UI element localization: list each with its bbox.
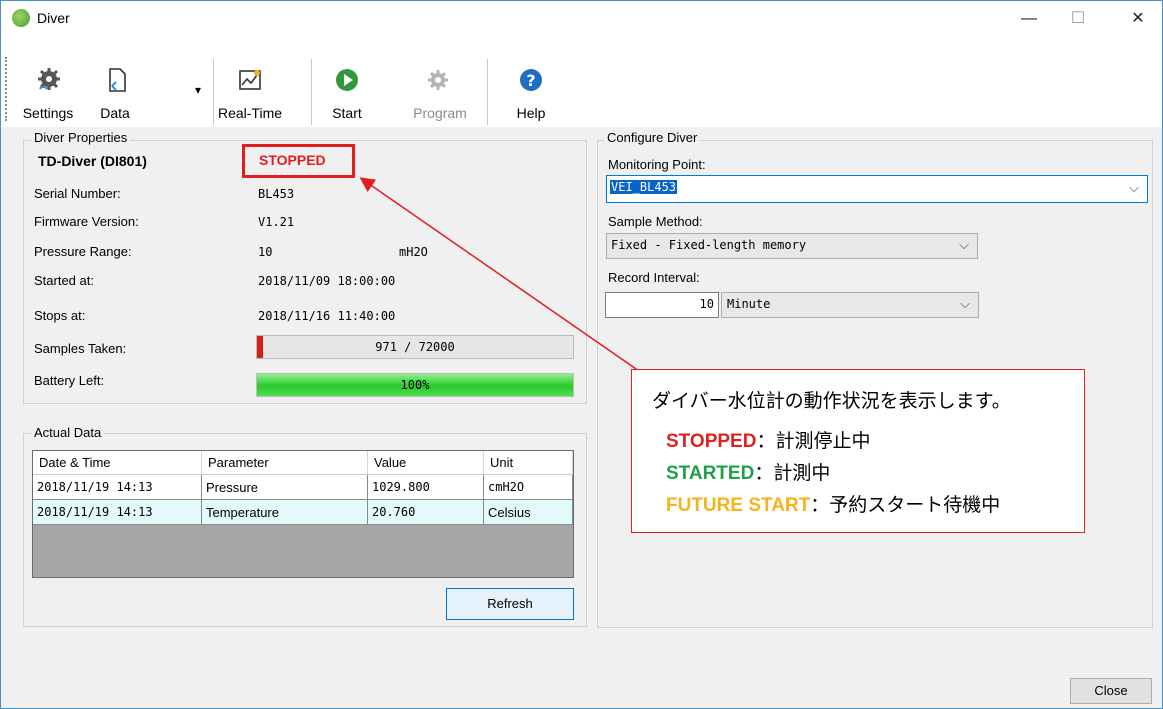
realtime-button[interactable]: Real-Time <box>215 63 285 127</box>
actual-data-title: Actual Data <box>31 425 105 440</box>
window-title: Diver <box>37 10 70 26</box>
cell-value: 20.760 <box>368 500 484 525</box>
serial-number-value: BL453 <box>258 187 295 201</box>
samples-progress-bar: 971 / 72000 <box>256 335 574 359</box>
record-interval-label: Record Interval: <box>608 270 700 285</box>
settings-button[interactable]: Settings <box>17 63 79 127</box>
device-name: TD-Diver (DI801) <box>38 153 147 169</box>
start-label: Start <box>332 105 362 121</box>
firmware-value: V1.21 <box>258 215 295 229</box>
record-interval-unit-select[interactable]: Minute ⌵ <box>721 292 979 318</box>
column-header-datetime[interactable]: Date & Time <box>33 451 202 475</box>
data-button[interactable]: Data <box>85 63 145 127</box>
monitoring-point-label: Monitoring Point: <box>608 157 706 172</box>
program-gear-icon <box>428 70 448 90</box>
stops-at-value: 2018/11/16 11:40:00 <box>258 309 396 323</box>
settings-label: Settings <box>22 105 74 121</box>
stops-at-label: Stops at: <box>34 308 86 323</box>
cell-parameter: Pressure <box>202 475 368 500</box>
minimize-button[interactable]: — <box>1007 5 1051 33</box>
realtime-label: Real-Time <box>217 105 283 121</box>
toolbar-separator <box>311 59 312 125</box>
annotation-stopped-key: STOPPED <box>666 431 757 452</box>
cell-unit: cmH2O <box>484 475 573 500</box>
chevron-down-icon: ⌵ <box>959 237 969 252</box>
annotation-future: FUTURE START：予約スタート待機中 <box>666 490 1000 517</box>
data-dropdown-arrow[interactable]: ▾ <box>195 83 201 97</box>
help-question-icon: ? <box>520 69 542 91</box>
sample-method-select[interactable]: Fixed - Fixed-length memory ⌵ <box>606 233 978 259</box>
annotation-stopped-desc: ：計測停止中 <box>756 431 871 452</box>
serial-number-label: Serial Number: <box>34 186 121 201</box>
record-interval-unit: Minute <box>727 297 771 311</box>
column-header-parameter[interactable]: Parameter <box>202 451 368 475</box>
status-badge: STOPPED <box>259 152 326 168</box>
toolbar <box>1 35 1162 127</box>
sample-method-label: Sample Method: <box>608 214 703 229</box>
table-row[interactable]: 2018/11/19 14:13 Pressure 1029.800 cmH2O <box>33 475 573 500</box>
annotation-stopped: STOPPED：計測停止中 <box>666 426 870 453</box>
realtime-chart-icon <box>239 70 261 90</box>
annotation-started-key: STARTED <box>666 463 755 484</box>
samples-taken-label: Samples Taken: <box>34 341 127 356</box>
help-label: Help <box>516 105 546 121</box>
configure-diver-title: Configure Diver <box>604 130 701 145</box>
annotation-future-key: FUTURE START <box>666 495 811 516</box>
chevron-down-icon: ⌵ <box>1129 180 1139 195</box>
cell-parameter: Temperature <box>202 500 368 525</box>
samples-progress-text: 971 / 72000 <box>375 340 455 354</box>
started-at-label: Started at: <box>34 273 94 288</box>
start-button[interactable]: Start <box>321 63 373 127</box>
record-interval-input[interactable]: 10 <box>605 292 719 318</box>
app-icon <box>12 9 30 27</box>
table-row[interactable]: 2018/11/19 14:13 Temperature 20.760 Cels… <box>33 500 573 525</box>
cell-datetime: 2018/11/19 14:13 <box>33 475 202 500</box>
column-header-unit[interactable]: Unit <box>484 451 573 475</box>
monitoring-point-value: VEI_BL453 <box>610 180 678 194</box>
program-label: Program <box>413 105 467 121</box>
cell-unit: Celsius <box>484 500 573 525</box>
monitoring-point-combo[interactable]: VEI_BL453 ⌵ <box>606 175 1148 203</box>
annotation-started: STARTED：計測中 <box>666 458 830 485</box>
record-interval-value: 10 <box>699 297 714 311</box>
start-play-icon <box>336 69 358 91</box>
title-bar: Diver — ☐ ✕ <box>1 1 1162 35</box>
diver-window: Diver — ☐ ✕ Settings Data ▾ Real-Time St… <box>0 0 1163 709</box>
battery-progress-bar: 100% <box>256 373 574 397</box>
toolbar-separator <box>213 59 214 125</box>
pressure-range-unit: mH2O <box>399 245 428 259</box>
pressure-range-label: Pressure Range: <box>34 244 132 259</box>
data-label: Data <box>100 105 130 121</box>
pressure-range-value: 10 <box>258 245 273 259</box>
battery-progress-text: 100% <box>400 378 430 392</box>
svg-text:?: ? <box>526 71 535 90</box>
maximize-button[interactable]: ☐ <box>1056 5 1100 33</box>
chevron-down-icon: ⌵ <box>960 296 970 311</box>
help-button[interactable]: ? Help <box>501 63 561 127</box>
actual-data-table: Date & Time Parameter Value Unit 2018/11… <box>32 450 574 578</box>
annotation-started-desc: ：計測中 <box>754 463 831 484</box>
started-at-value: 2018/11/09 18:00:00 <box>258 274 396 288</box>
refresh-button[interactable]: Refresh <box>446 588 574 620</box>
diver-properties-title: Diver Properties <box>31 130 131 145</box>
settings-gear-icon <box>38 68 60 90</box>
close-window-button[interactable]: ✕ <box>1116 5 1160 33</box>
cell-value: 1029.800 <box>368 475 484 500</box>
column-header-value[interactable]: Value <box>368 451 484 475</box>
battery-left-label: Battery Left: <box>34 373 105 388</box>
program-button[interactable]: Program <box>405 63 475 127</box>
toolbar-separator <box>487 59 488 125</box>
toolbar-grip[interactable] <box>5 57 9 121</box>
cell-datetime: 2018/11/19 14:13 <box>33 500 202 525</box>
annotation-future-desc: ：予約スタート待機中 <box>810 495 1001 516</box>
annotation-title: ダイバー水位計の動作状況を表示します。 <box>652 391 1011 412</box>
firmware-label: Firmware Version: <box>34 214 139 229</box>
diver-properties-group <box>23 140 587 404</box>
annotation-callout: ダイバー水位計の動作状況を表示します。 STOPPED：計測停止中 STARTE… <box>631 369 1085 533</box>
close-button[interactable]: Close <box>1070 678 1152 704</box>
data-file-icon <box>109 68 126 92</box>
sample-method-value: Fixed - Fixed-length memory <box>611 238 807 252</box>
